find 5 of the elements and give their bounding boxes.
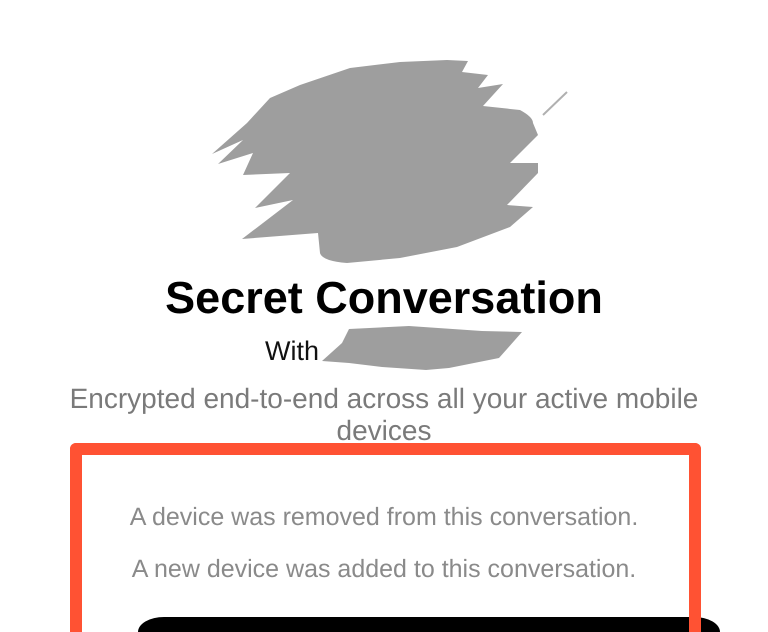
device-notice: A new device was added to this conversation. — [132, 554, 636, 584]
encryption-subtitle: Encrypted end-to-end across all your active mobile devices — [68, 383, 700, 447]
with-label: With — [265, 338, 319, 365]
conversation-title: Secret Conversation — [165, 275, 603, 321]
device-notice: A device was removed from this conversation. — [130, 502, 638, 532]
